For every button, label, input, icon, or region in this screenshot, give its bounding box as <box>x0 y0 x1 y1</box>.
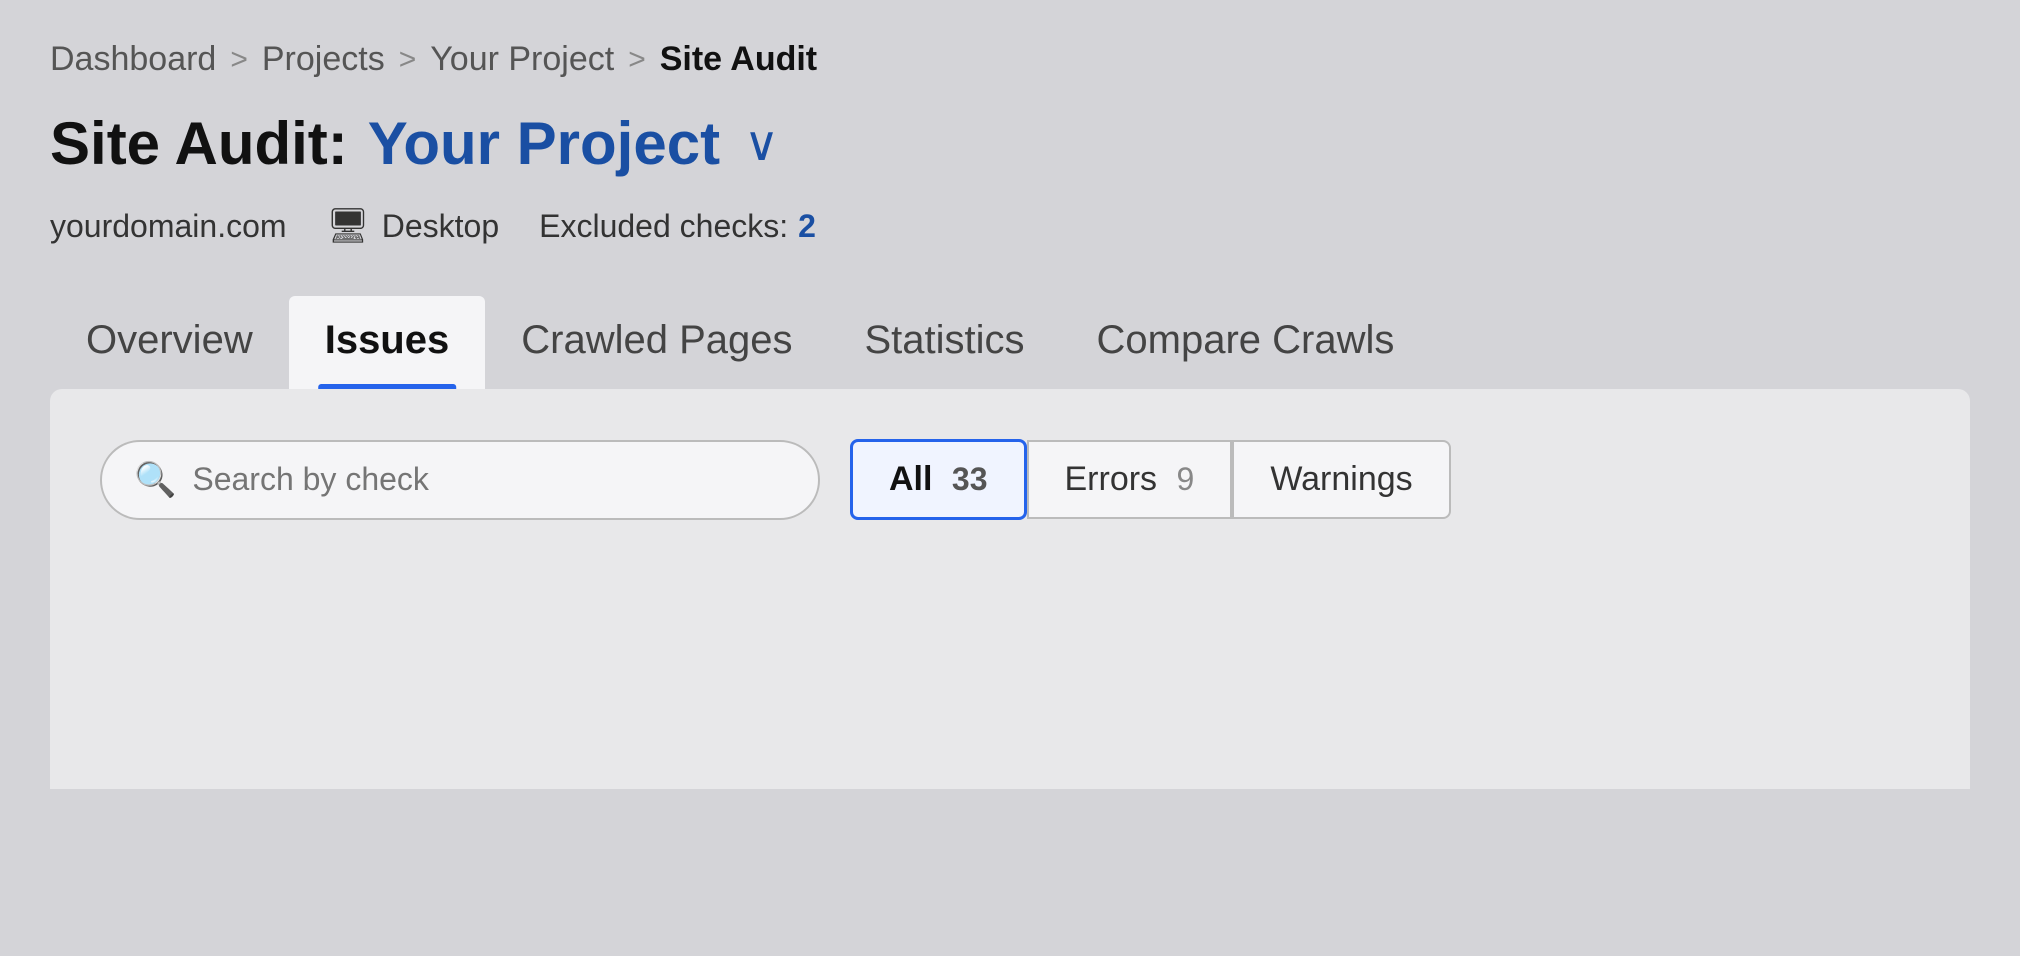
breadcrumb-sep-3: > <box>628 43 646 77</box>
filter-warnings-button[interactable]: Warnings <box>1232 440 1450 519</box>
filter-errors-count: 9 <box>1177 461 1195 497</box>
filter-errors-label: Errors <box>1065 460 1158 498</box>
tab-issues[interactable]: Issues <box>289 296 486 389</box>
monitor-icon: 🖥 <box>327 206 370 246</box>
filter-row: 🔍 All 33 Errors 9 Warnings <box>100 439 1920 520</box>
search-input[interactable] <box>192 461 786 498</box>
tab-statistics[interactable]: Statistics <box>828 296 1060 389</box>
page-title-static: Site Audit: <box>50 109 348 178</box>
excluded-checks: Excluded checks: 2 <box>539 208 816 245</box>
page-title-row: Site Audit: Your Project ∨ <box>50 109 1970 178</box>
breadcrumb-sep-2: > <box>399 43 417 77</box>
search-box[interactable]: 🔍 <box>100 440 820 520</box>
breadcrumb-sep-1: > <box>230 43 248 77</box>
breadcrumb-site-audit: Site Audit <box>660 40 817 79</box>
content-area: 🔍 All 33 Errors 9 Warnings <box>50 389 1970 789</box>
project-name-dropdown[interactable]: Your Project <box>368 109 720 178</box>
tab-overview[interactable]: Overview <box>50 296 289 389</box>
filter-warnings-label: Warnings <box>1270 460 1412 498</box>
filter-all-count: 33 <box>952 461 988 497</box>
tab-compare-crawls[interactable]: Compare Crawls <box>1061 296 1431 389</box>
filter-errors-button[interactable]: Errors 9 <box>1027 440 1233 519</box>
chevron-down-icon[interactable]: ∨ <box>744 116 779 172</box>
breadcrumb: Dashboard > Projects > Your Project > Si… <box>50 40 1970 79</box>
excluded-label: Excluded checks: <box>539 208 788 245</box>
search-icon: 🔍 <box>134 460 176 500</box>
meta-row: yourdomain.com 🖥 Desktop Excluded checks… <box>50 206 1970 246</box>
filter-all-label: All <box>889 460 932 498</box>
device-label: Desktop <box>382 208 499 245</box>
filter-buttons: All 33 Errors 9 Warnings <box>850 439 1451 520</box>
breadcrumb-projects[interactable]: Projects <box>262 40 385 79</box>
tabs-row: Overview Issues Crawled Pages Statistics… <box>50 296 1970 389</box>
domain-label: yourdomain.com <box>50 208 287 245</box>
breadcrumb-your-project[interactable]: Your Project <box>430 40 614 79</box>
breadcrumb-dashboard[interactable]: Dashboard <box>50 40 216 79</box>
tab-crawled-pages[interactable]: Crawled Pages <box>485 296 828 389</box>
device-info: 🖥 Desktop <box>327 206 500 246</box>
excluded-count: 2 <box>798 208 816 245</box>
filter-all-button[interactable]: All 33 <box>850 439 1027 520</box>
